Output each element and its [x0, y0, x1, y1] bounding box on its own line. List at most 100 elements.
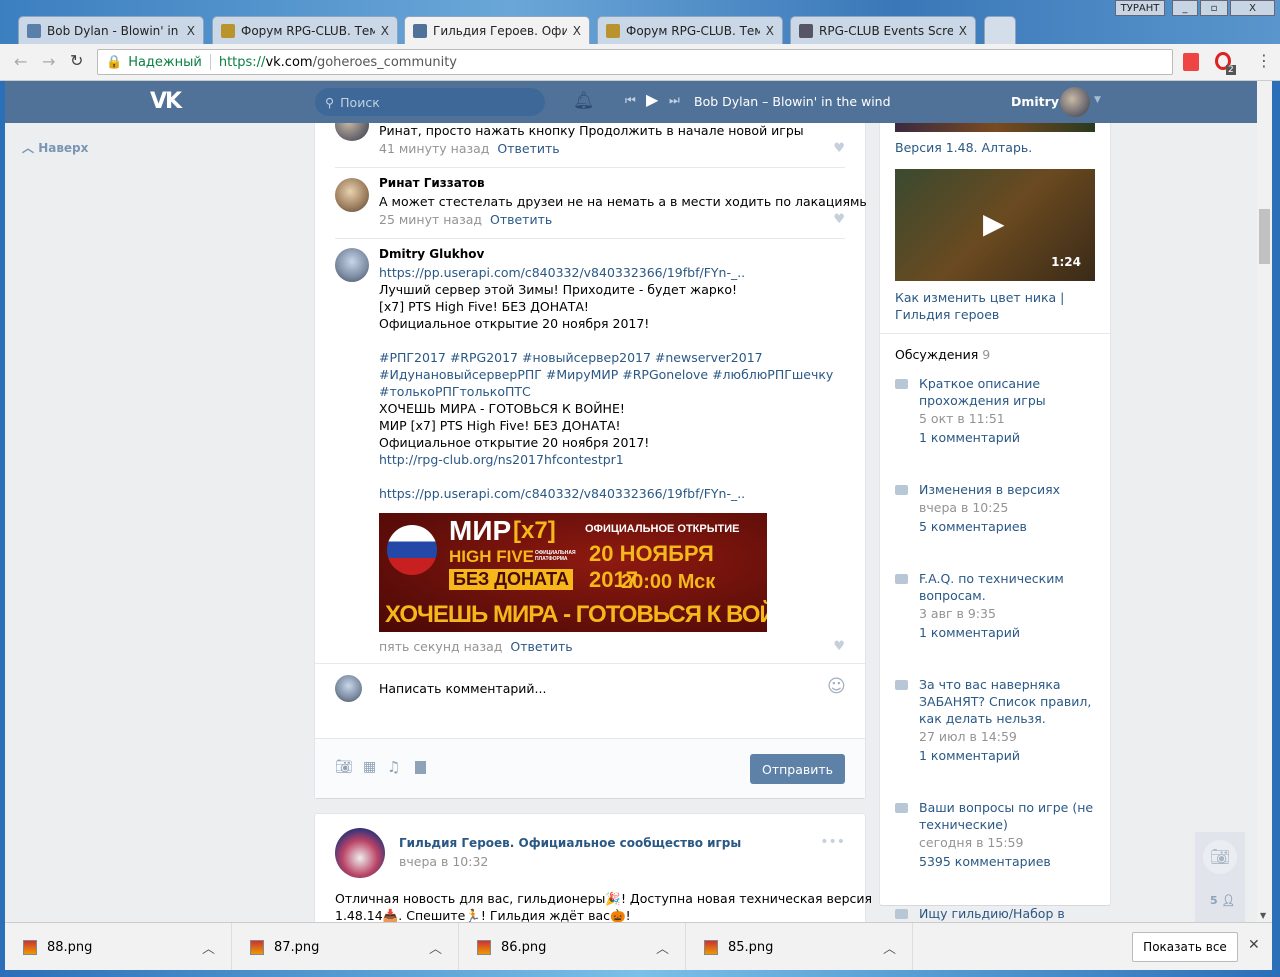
- tab-close-icon[interactable]: X: [381, 24, 389, 38]
- scrollbar[interactable]: ▼: [1257, 81, 1272, 922]
- like-heart-icon[interactable]: ♥: [833, 639, 845, 654]
- discussion-title[interactable]: ЗАБАНЯТ? Список правил,: [919, 693, 1100, 710]
- discussion-comments[interactable]: 5 комментариев: [919, 517, 1100, 537]
- search-input[interactable]: ⚲ Поиск: [315, 88, 545, 116]
- new-tab-button[interactable]: [984, 16, 1016, 44]
- comment-body: https://pp.userapi.com/c840332/v84033236…: [379, 264, 833, 502]
- document-icon[interactable]: [415, 761, 426, 774]
- download-item[interactable]: 87.png ︿: [232, 923, 459, 971]
- tab-close-icon[interactable]: X: [959, 24, 967, 38]
- video-caption[interactable]: Как изменить цвет ника | Гильдия героев: [895, 289, 1064, 323]
- discussions-header[interactable]: Обсуждения 9: [895, 347, 990, 362]
- video-thumbnail[interactable]: [895, 123, 1095, 132]
- play-icon[interactable]: ▶: [646, 90, 658, 109]
- download-item[interactable]: 85.png ︿: [686, 923, 913, 971]
- reload-icon[interactable]: ↻: [70, 51, 83, 70]
- discussion-item[interactable]: Краткое описание прохождения игры 5 окт в …: [895, 375, 1100, 448]
- tab-bob-dylan[interactable]: Bob Dylan - Blowin' in th X: [18, 16, 204, 44]
- comment-link[interactable]: #РПГ2017 #RPG2017 #новыйсервер2017 #news…: [379, 349, 833, 366]
- post-text: Отличная новость для вас, гильдионеры🎉! …: [335, 890, 872, 922]
- tab-events[interactable]: RPG-CLUB Events Screen X: [790, 16, 976, 44]
- discussion-title[interactable]: технические): [919, 816, 1100, 833]
- discussion-item[interactable]: Ваши вопросы по игре (не технические) сего…: [895, 799, 1100, 872]
- comment-link[interactable]: https://pp.userapi.com/c840332/v84033236…: [379, 264, 833, 281]
- close-window-button[interactable]: X: [1230, 0, 1275, 16]
- banner-image[interactable]: МИР [x7] HIGH FIVE ОФИЦИАЛЬНАЯ ПЛАТФОРМА…: [379, 513, 767, 632]
- back-icon[interactable]: ←: [14, 52, 27, 71]
- chevron-up-icon[interactable]: ︿: [656, 938, 669, 957]
- maximize-button[interactable]: ▫: [1200, 0, 1228, 16]
- user-name[interactable]: Dmitry: [1011, 94, 1059, 109]
- floating-widget[interactable]: 📷︎ 5 👤︎: [1195, 832, 1245, 922]
- send-button[interactable]: Отправить: [750, 754, 845, 784]
- more-options-icon[interactable]: •••: [820, 834, 845, 850]
- discussion-title[interactable]: как делать нельзя.: [919, 710, 1100, 727]
- discussion-title[interactable]: Ваши вопросы по игре (не: [919, 799, 1100, 816]
- music-icon[interactable]: ♫: [387, 758, 400, 776]
- comment-link[interactable]: https://pp.userapi.com/c840332/v84033236…: [379, 485, 833, 502]
- chevron-down-icon[interactable]: ▼: [1094, 95, 1101, 105]
- download-item[interactable]: 86.png ︿: [459, 923, 686, 971]
- tab-close-icon[interactable]: X: [573, 24, 581, 38]
- discussion-comments[interactable]: 1 комментарий: [919, 623, 1100, 643]
- discussion-comments[interactable]: 1 комментарий: [919, 746, 1100, 766]
- scrollbar-thumb[interactable]: [1259, 209, 1270, 264]
- chevron-up-icon[interactable]: ︿: [202, 938, 215, 957]
- next-track-icon[interactable]: ⏭︎: [669, 93, 680, 108]
- tab-forum-1[interactable]: Форум RPG-CLUB. Тема X: [212, 16, 398, 44]
- discussion-title[interactable]: Изменения в версиях: [919, 481, 1100, 498]
- tab-close-icon[interactable]: X: [187, 24, 195, 38]
- discussion-title[interactable]: вопросам.: [919, 587, 1100, 604]
- chevron-up-icon[interactable]: ︿: [429, 938, 442, 957]
- video-caption[interactable]: Версия 1.48. Алтарь.: [895, 140, 1032, 155]
- reply-link[interactable]: Ответить: [490, 212, 552, 227]
- video-icon[interactable]: ▦: [363, 759, 376, 775]
- community-avatar[interactable]: [335, 828, 385, 878]
- discussion-item[interactable]: F.A.Q. по техническим вопросам. 3 авг в 9:…: [895, 570, 1100, 643]
- discussion-icon: [895, 803, 908, 813]
- tab-guild-heroes[interactable]: Гильдия Героев. Офици X: [404, 16, 590, 44]
- camera-icon[interactable]: 📷︎: [335, 759, 353, 775]
- discussion-title[interactable]: F.A.Q. по техническим: [919, 570, 1100, 587]
- like-heart-icon[interactable]: ♥: [833, 212, 845, 227]
- discussion-title[interactable]: Краткое описание: [919, 375, 1100, 392]
- user-avatar[interactable]: [1060, 87, 1090, 117]
- vk-logo[interactable]: VK: [150, 89, 182, 114]
- extension-icon[interactable]: [1183, 53, 1199, 71]
- bell-icon[interactable]: 🔔︎: [573, 91, 595, 111]
- discussion-item[interactable]: Изменения в версиях вчера в 10:25 5 коммен…: [895, 481, 1100, 537]
- discussion-title[interactable]: За что вас наверняка: [919, 676, 1100, 693]
- tab-close-icon[interactable]: X: [766, 24, 774, 38]
- show-all-downloads-button[interactable]: Показать все: [1132, 932, 1238, 962]
- comment-link[interactable]: #толькоРПГтолькоПТС: [379, 383, 833, 400]
- like-heart-icon[interactable]: ♥: [833, 141, 845, 156]
- post-time[interactable]: вчера в 10:32: [399, 854, 488, 869]
- menu-icon[interactable]: ⋮: [1256, 51, 1272, 70]
- tab-forum-2[interactable]: Форум RPG-CLUB. Тема X: [597, 16, 783, 44]
- post-author[interactable]: Гильдия Героев. Официальное сообщество и…: [399, 836, 741, 850]
- minimize-button[interactable]: _: [1172, 0, 1198, 16]
- discussion-item[interactable]: Ищу гильдию/Набор вгильдию!сегодня в 14:…: [895, 905, 1100, 922]
- forward-icon[interactable]: →: [42, 52, 55, 71]
- discussion-item[interactable]: За что вас наверняка ЗАБАНЯТ? Список прав…: [895, 676, 1100, 766]
- comment-author[interactable]: Ринат Гиззатов: [379, 175, 485, 192]
- emoji-icon[interactable]: ☺: [827, 676, 846, 697]
- download-item[interactable]: 88.png ︿: [5, 923, 232, 971]
- now-playing-track[interactable]: Bob Dylan – Blowin' in the wind: [694, 94, 891, 109]
- close-downloads-icon[interactable]: ✕: [1248, 937, 1260, 953]
- discussion-comments[interactable]: 5395 комментариев: [919, 852, 1100, 872]
- discussion-title[interactable]: Ищу гильдию/Набор в: [919, 905, 1100, 922]
- comment-link[interactable]: http://rpg-club.org/ns2017hfcontestpr1: [379, 451, 833, 468]
- discussion-comments[interactable]: 1 комментарий: [919, 428, 1100, 448]
- chevron-up-icon[interactable]: ︿: [883, 938, 896, 957]
- discussion-title[interactable]: прохождения игры: [919, 392, 1100, 409]
- comment-author[interactable]: Dmitry Glukhov: [379, 246, 484, 263]
- comment-input[interactable]: Написать комментарий...: [379, 680, 546, 697]
- reply-link[interactable]: Ответить: [510, 639, 572, 654]
- comment-link[interactable]: #ИдунановыйсерверРПГ #МируМИР #RPGonelov…: [379, 366, 833, 383]
- back-to-top[interactable]: ︿ Наверх: [22, 139, 88, 156]
- prev-track-icon[interactable]: ⏮︎: [625, 93, 636, 108]
- reply-link[interactable]: Ответить: [497, 141, 559, 156]
- video-thumbnail[interactable]: ▶ 1:24: [895, 169, 1095, 281]
- omnibox[interactable]: 🔒 Надежный https://vk.com/goheroes_commu…: [97, 49, 1173, 75]
